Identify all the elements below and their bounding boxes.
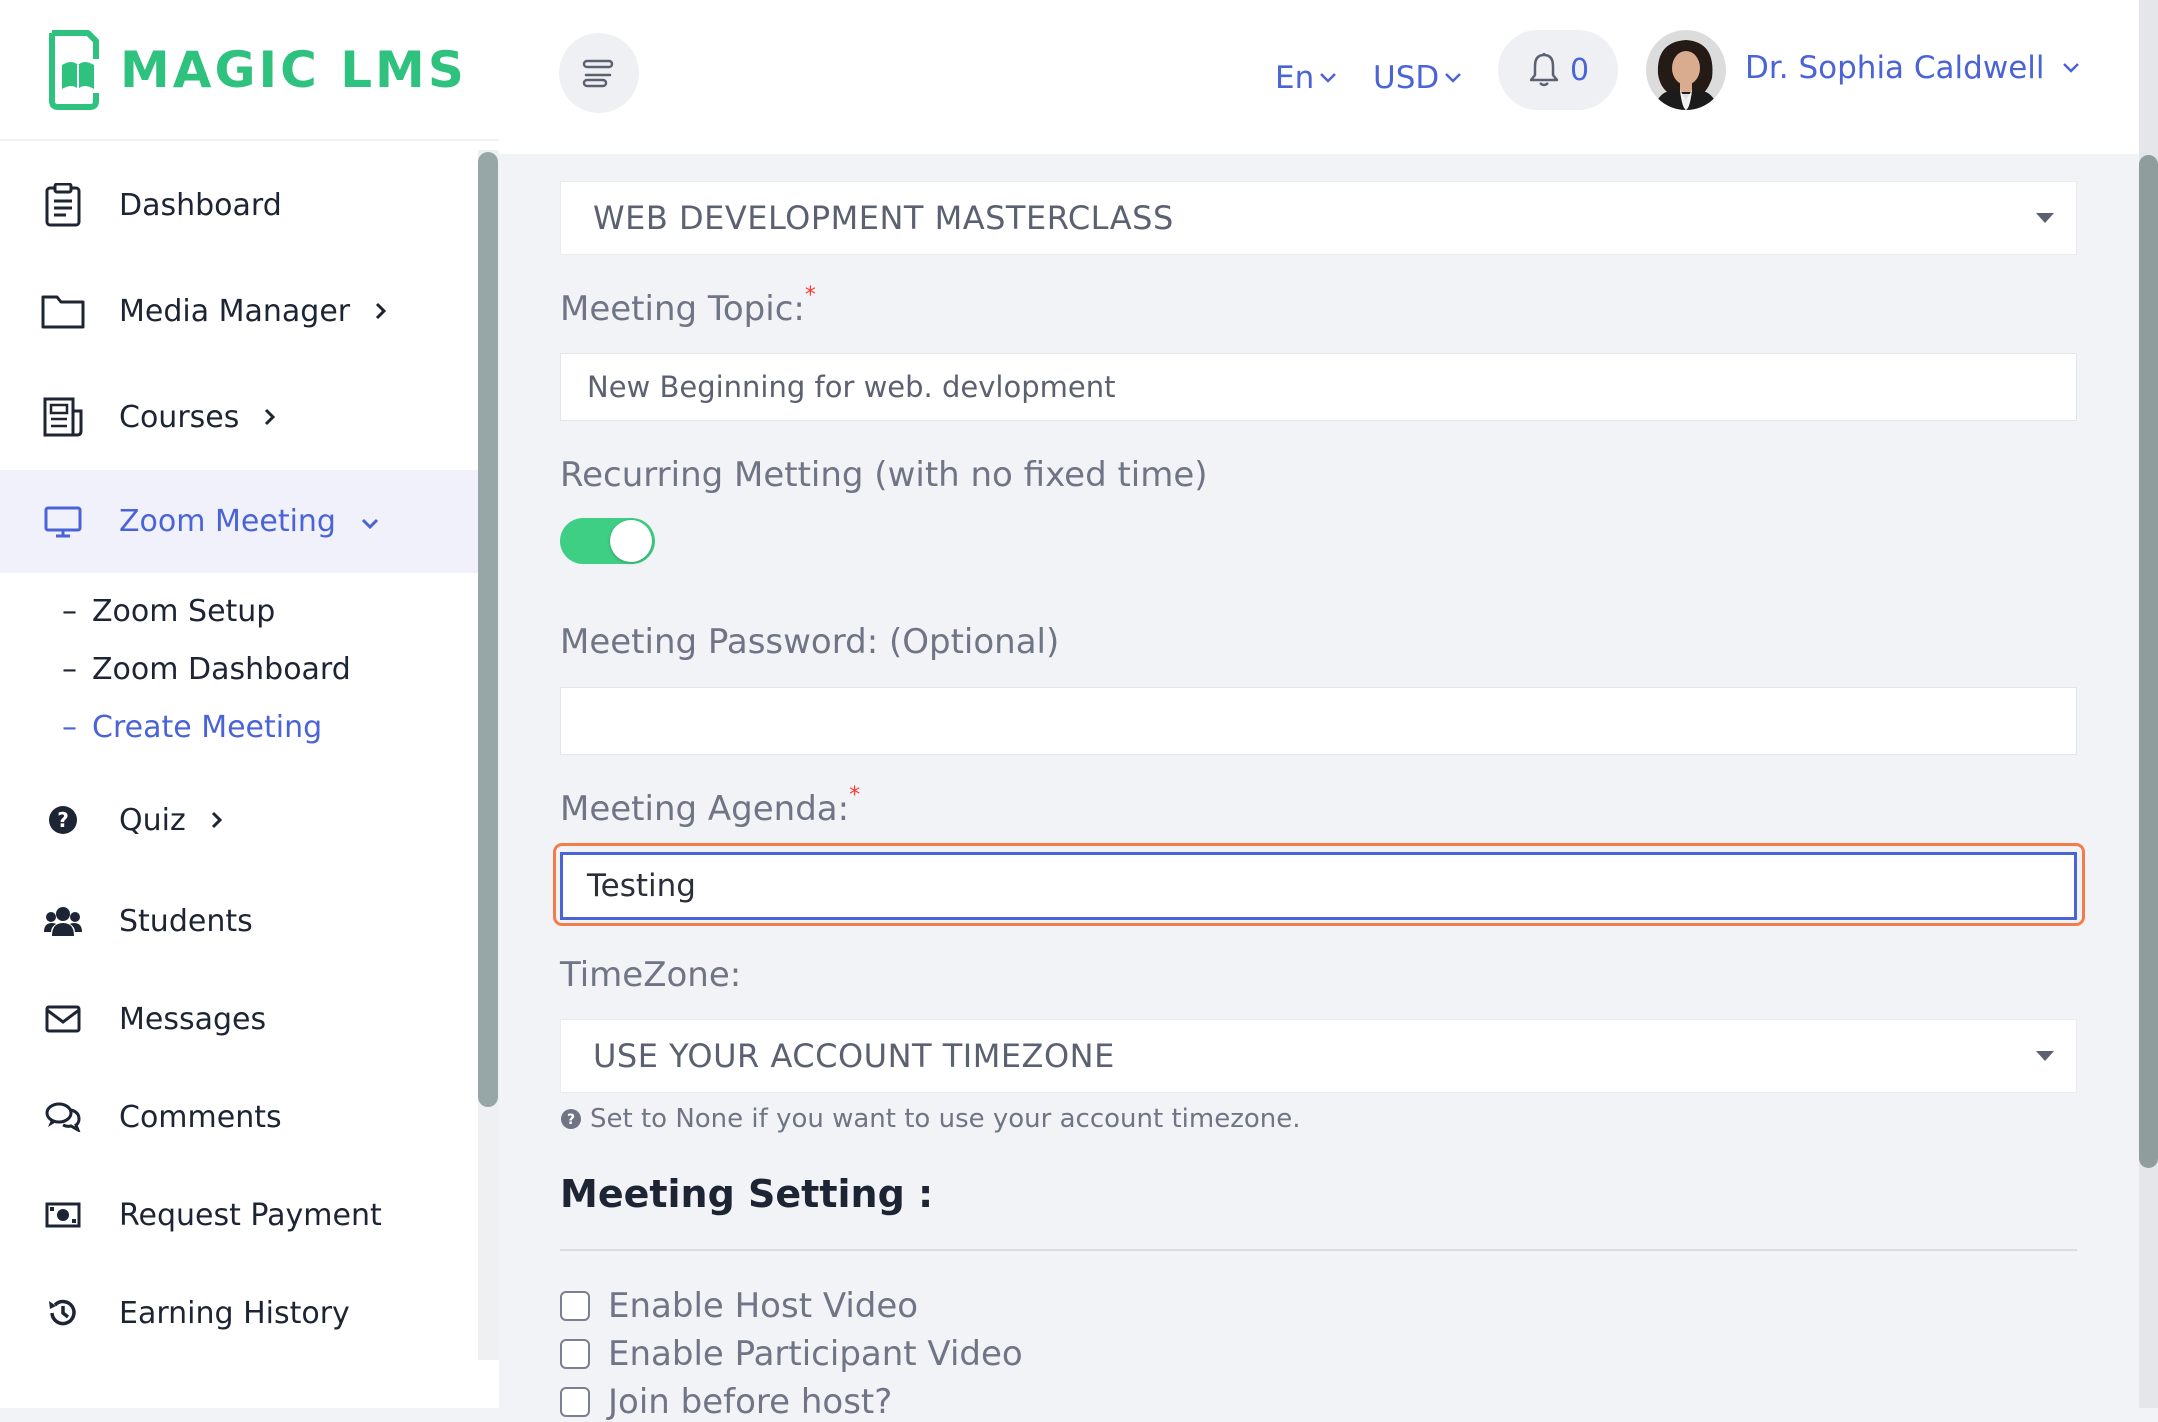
notifications-button[interactable]: 0	[1498, 30, 1618, 110]
sidebar-item-quiz[interactable]: ? Quiz	[0, 789, 478, 851]
comments-icon	[38, 1092, 88, 1142]
clipboard-icon	[38, 180, 88, 230]
chevron-down-icon	[360, 504, 380, 539]
checkbox-box	[560, 1339, 590, 1369]
sidebar-item-messages[interactable]: Messages	[0, 988, 478, 1050]
submenu-item-zoom-dashboard[interactable]: – Zoom Dashboard	[62, 652, 351, 687]
user-menu-dropdown[interactable]: Dr. Sophia Caldwell	[1745, 50, 2081, 86]
svg-text:?: ?	[567, 1112, 575, 1128]
currency-value: USD	[1373, 60, 1440, 96]
sidebar-item-dashboard[interactable]: Dashboard	[0, 174, 478, 236]
chevron-right-icon	[210, 803, 224, 838]
caret-down-icon	[2036, 1051, 2054, 1061]
sidebar-item-media-manager[interactable]: Media Manager	[0, 280, 478, 342]
meeting-agenda-label: Meeting Agenda:*	[560, 783, 861, 829]
sidebar-item-label: Request Payment	[119, 1197, 382, 1233]
money-bill-icon	[38, 1190, 88, 1240]
newspaper-icon	[38, 392, 88, 442]
sidebar-item-students[interactable]: Students	[0, 890, 478, 952]
meeting-setting-title: Meeting Setting :	[560, 1172, 934, 1216]
monitor-icon	[38, 497, 88, 547]
chevron-right-icon	[263, 400, 277, 435]
sidebar-item-label: Media Manager	[119, 293, 351, 329]
sidebar-item-label: Messages	[119, 1001, 267, 1037]
sidebar-item-label: Comments	[119, 1099, 282, 1135]
checkbox-box	[560, 1291, 590, 1321]
meeting-topic-label: Meeting Topic:*	[560, 283, 816, 329]
toggle-knob	[610, 520, 652, 562]
timezone-label: TimeZone:	[560, 955, 742, 995]
recurring-meeting-label: Recurring Metting (with no fixed time)	[560, 455, 1208, 495]
brand-logo[interactable]: MAGIC LMS	[44, 27, 467, 113]
question-circle-icon: ?	[561, 1109, 581, 1129]
sidebar-item-zoom-meeting[interactable]: Zoom Meeting	[0, 470, 478, 573]
required-mark: *	[849, 783, 861, 808]
chevron-right-icon	[374, 294, 388, 329]
enable-host-video-checkbox[interactable]: Enable Host Video	[560, 1286, 918, 1326]
required-mark: *	[804, 283, 816, 308]
chevron-down-icon	[1320, 73, 1337, 83]
avatar[interactable]	[1646, 30, 1726, 110]
timezone-hint: ? Set to None if you want to use your ac…	[560, 1104, 1301, 1134]
checkbox-box	[560, 1387, 590, 1417]
svg-text:?: ?	[57, 808, 69, 832]
sidebar-item-label: Courses	[119, 399, 240, 435]
question-circle-icon: ?	[38, 795, 88, 845]
recurring-meeting-toggle[interactable]	[560, 518, 655, 564]
section-divider	[560, 1249, 2077, 1251]
brand-name: MAGIC LMS	[120, 41, 467, 99]
language-dropdown[interactable]: En	[1275, 60, 1338, 96]
join-before-host-checkbox[interactable]: Join before host?	[560, 1382, 892, 1422]
logo-divider	[0, 139, 499, 141]
user-name: Dr. Sophia Caldwell	[1745, 50, 2045, 86]
chevron-down-icon	[1445, 73, 1462, 83]
sidebar-item-earning-history[interactable]: Earning History	[0, 1282, 478, 1344]
menu-lines-icon	[582, 59, 614, 88]
bell-icon	[1529, 53, 1559, 87]
submenu-item-create-meeting[interactable]: – Create Meeting	[62, 710, 322, 745]
notification-count: 0	[1570, 52, 1590, 88]
sidebar-item-comments[interactable]: Comments	[0, 1086, 478, 1148]
currency-dropdown[interactable]: USD	[1373, 60, 1463, 96]
sidebar-item-label: Dashboard	[119, 187, 282, 223]
timezone-select[interactable]: USE YOUR ACCOUNT TIMEZONE	[560, 1019, 2077, 1093]
top-header: En USD 0 Dr. Sophia Caldwell	[499, 0, 2139, 154]
chevron-down-icon	[2062, 63, 2079, 73]
sidebar-item-label: Quiz	[119, 802, 186, 838]
enable-participant-video-checkbox[interactable]: Enable Participant Video	[560, 1334, 1023, 1374]
folder-icon	[38, 286, 88, 336]
timezone-select-value: USE YOUR ACCOUNT TIMEZONE	[593, 1037, 1115, 1075]
sidebar-item-label: Earning History	[119, 1295, 350, 1331]
sidebar-item-courses[interactable]: Courses	[0, 386, 478, 448]
course-select-value: WEB DEVELOPMENT MASTERCLASS	[593, 199, 1174, 237]
meeting-topic-input[interactable]: New Beginning for web. devlopment	[560, 353, 2077, 421]
language-value: En	[1275, 60, 1315, 96]
sidebar-item-request-payment[interactable]: Request Payment	[0, 1184, 478, 1246]
course-select[interactable]: WEB DEVELOPMENT MASTERCLASS	[560, 181, 2077, 255]
caret-down-icon	[2036, 213, 2054, 223]
menu-toggle-button[interactable]	[559, 33, 639, 113]
meeting-agenda-input[interactable]: Testing	[560, 852, 2077, 920]
submenu-item-zoom-setup[interactable]: – Zoom Setup	[62, 594, 275, 629]
sidebar-item-label: Students	[119, 903, 253, 939]
users-icon	[38, 896, 88, 946]
sidebar-item-label: Zoom Meeting	[119, 504, 336, 539]
sidebar-scrollbar-thumb[interactable]	[478, 152, 498, 1107]
envelope-icon	[38, 994, 88, 1044]
meeting-password-input[interactable]	[560, 687, 2077, 755]
main-scrollbar-thumb[interactable]	[2139, 155, 2158, 1168]
book-logo-icon	[49, 30, 99, 110]
history-icon	[38, 1288, 88, 1338]
sidebar: MAGIC LMS Dashboard Media Manager Course…	[0, 0, 499, 1408]
meeting-password-label: Meeting Password: (Optional)	[560, 622, 1060, 662]
